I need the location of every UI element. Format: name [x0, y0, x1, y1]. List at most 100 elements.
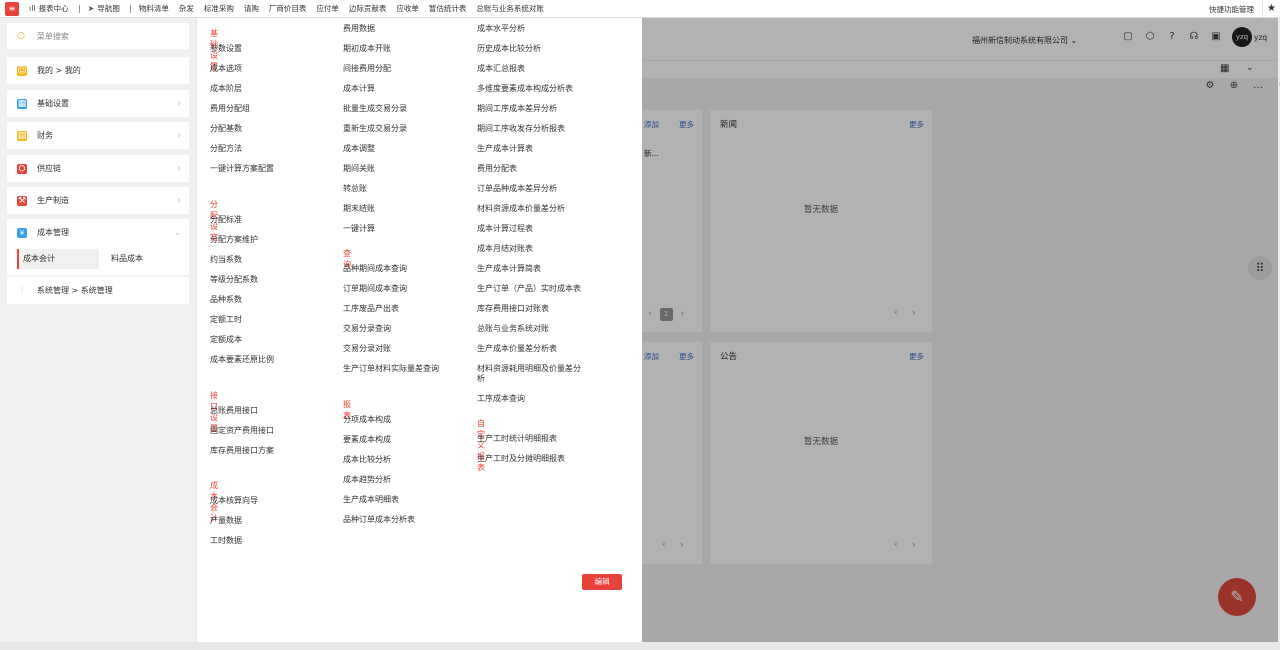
menu-link[interactable]: 历史成本比较分析: [477, 44, 541, 54]
menu-link[interactable]: 成本选项: [210, 64, 242, 74]
search-placeholder: 菜单搜索: [36, 31, 69, 41]
top-nav-item[interactable]: 标准采购: [204, 3, 234, 14]
menu-link[interactable]: 生产成本明细表: [343, 495, 399, 505]
quick-function-manage-link[interactable]: 快捷功能管理: [1209, 4, 1254, 15]
menu-search-input[interactable]: ○ 菜单搜索: [7, 23, 189, 49]
menu-link[interactable]: 品种期间成本查询: [343, 264, 407, 274]
menu-link[interactable]: 生产成本计算简表: [477, 264, 541, 274]
menu-link-wrap[interactable]: 析: [477, 374, 485, 384]
menu-link[interactable]: 生产工时统计明细报表: [477, 434, 557, 444]
menu-link[interactable]: 总账费用接口: [210, 406, 258, 416]
menu-link[interactable]: 成本水平分析: [477, 24, 525, 34]
menu-link[interactable]: 费用分配组: [210, 104, 250, 114]
menu-link[interactable]: 交易分录对账: [343, 344, 391, 354]
menu-link[interactable]: 间接费用分配: [343, 64, 391, 74]
send-icon: ➤: [87, 4, 95, 13]
menu-link[interactable]: 订单期间成本查询: [343, 284, 407, 294]
modal-overlay[interactable]: [642, 18, 1278, 642]
menu-link[interactable]: 期间关账: [343, 164, 375, 174]
menu-toggle-button[interactable]: ≡: [5, 1, 19, 16]
menu-link[interactable]: 转总账: [343, 184, 367, 194]
menu-link[interactable]: 参数设置: [210, 44, 242, 54]
top-nav-item-navigation-map[interactable]: ➤ 导航图: [88, 3, 120, 14]
sidebar-item-finance[interactable]: ▤ 财务 ›: [7, 122, 189, 149]
menu-link[interactable]: 费用分配表: [477, 164, 517, 174]
menu-link[interactable]: 成本调整: [343, 144, 375, 154]
menu-link[interactable]: 约当系数: [210, 255, 242, 265]
menu-link[interactable]: 工序成本查询: [477, 394, 525, 404]
sidebar-item-my[interactable]: ☺ 我的 > 我的: [7, 57, 189, 84]
menu-link[interactable]: 分配方法: [210, 144, 242, 154]
menu-link[interactable]: 工序废品产出表: [343, 304, 399, 314]
top-nav-item[interactable]: 边际贡献表: [349, 3, 387, 14]
menu-link[interactable]: 库存费用接口方案: [210, 446, 274, 456]
menu-link[interactable]: 工时数据: [210, 536, 242, 546]
menu-link[interactable]: 一键计算: [343, 224, 375, 234]
menu-link[interactable]: 成本计算过程表: [477, 224, 533, 234]
menu-link[interactable]: 生产工时及分摊明细报表: [477, 454, 565, 464]
sidebar-item-label: 基础设置: [37, 99, 69, 108]
document-icon: ▤: [17, 130, 27, 141]
cost-management-header[interactable]: ¥ 成本管理 ⌄: [7, 219, 189, 246]
menu-link[interactable]: 成本月结对账表: [477, 244, 533, 254]
menu-link[interactable]: 期间工序成本差异分析: [477, 104, 557, 114]
sidebar-item-label: 财务: [37, 131, 53, 140]
menu-link[interactable]: 费用数据: [343, 24, 375, 34]
menu-link[interactable]: 期初成本开账: [343, 44, 391, 54]
menu-link[interactable]: 定额成本: [210, 335, 242, 345]
menu-link[interactable]: 总账与业务系统对账: [477, 324, 549, 334]
menu-link[interactable]: 订单品种成本差异分析: [477, 184, 557, 194]
menu-link[interactable]: 产量数据: [210, 516, 242, 526]
menu-link[interactable]: 交易分录查询: [343, 324, 391, 334]
menu-link[interactable]: 分配标准: [210, 215, 242, 225]
sidebar-item-system-management[interactable]: ⫶ 系统管理 > 系统管理: [7, 277, 189, 304]
menu-link[interactable]: 成本计算: [343, 84, 375, 94]
top-nav-item[interactable]: 应付单: [316, 3, 339, 14]
menu-link[interactable]: 分项成本构成: [343, 415, 391, 425]
menu-link[interactable]: 分配基数: [210, 124, 242, 134]
top-nav-item[interactable]: 应收单: [396, 3, 419, 14]
sidebar-item-basic-settings[interactable]: ▦ 基础设置 ›: [7, 90, 189, 117]
menu-link[interactable]: 定额工时: [210, 315, 242, 325]
grid-icon: ▦: [17, 98, 27, 109]
submodule-item-cost[interactable]: 料品成本: [111, 249, 143, 269]
menu-link[interactable]: 成本汇总报表: [477, 64, 525, 74]
menu-link[interactable]: 成本要素还原比例: [210, 355, 274, 365]
top-nav-item[interactable]: 厂商价目表: [269, 3, 307, 14]
top-nav-item[interactable]: 物料清单: [139, 3, 169, 14]
top-nav-item[interactable]: 杂发: [179, 3, 194, 14]
menu-link[interactable]: 重新生成交易分录: [343, 124, 407, 134]
menu-link[interactable]: 生产订单材料实际量差查询: [343, 364, 439, 374]
menu-link[interactable]: 生产订单（产品）实时成本表: [477, 284, 581, 294]
menu-link[interactable]: 固定资产费用接口: [210, 426, 274, 436]
submodule-cost-accounting[interactable]: 成本会计: [17, 249, 99, 269]
menu-link[interactable]: 品种系数: [210, 295, 242, 305]
menu-link[interactable]: 成本核算向导: [210, 496, 258, 506]
menu-link[interactable]: 库存费用接口对账表: [477, 304, 549, 314]
menu-link[interactable]: 期末结账: [343, 204, 375, 214]
menu-link[interactable]: 成本阶层: [210, 84, 242, 94]
edit-button[interactable]: 编辑: [582, 574, 622, 590]
menu-link[interactable]: 分配方案维护: [210, 235, 258, 245]
top-nav-item[interactable]: 请购: [244, 3, 259, 14]
menu-link[interactable]: 材料资源耗用明细及价量差分: [477, 364, 581, 374]
star-icon[interactable]: ★: [1262, 0, 1280, 18]
menu-link[interactable]: 生产成本计算表: [477, 144, 533, 154]
menu-link[interactable]: 期间工序收发存分析报表: [477, 124, 565, 134]
menu-link[interactable]: 要素成本构成: [343, 435, 391, 445]
menu-link[interactable]: 批量生成交易分录: [343, 104, 407, 114]
menu-link[interactable]: 材料资源成本价量差分析: [477, 204, 565, 214]
menu-link[interactable]: 品种订单成本分析表: [343, 515, 415, 525]
menu-link[interactable]: 成本比较分析: [343, 455, 391, 465]
menu-link[interactable]: 成本趋势分析: [343, 475, 391, 485]
sidebar-item-manufacturing[interactable]: ⚒ 生产制造 ›: [7, 187, 189, 214]
bottom-scrollbar[interactable]: [0, 642, 1280, 650]
menu-link[interactable]: 等级分配系数: [210, 275, 258, 285]
menu-link[interactable]: 生产成本价量差分析表: [477, 344, 557, 354]
menu-link[interactable]: 多维度要素成本构成分析表: [477, 84, 573, 94]
top-nav-item-report-center[interactable]: ıll 报表中心: [29, 3, 69, 14]
menu-link[interactable]: 一键计算方案配置: [210, 164, 274, 174]
top-nav-item[interactable]: 暂估统计表: [429, 3, 467, 14]
sidebar-item-supply-chain[interactable]: ⛭ 供应链 ›: [7, 155, 189, 182]
top-nav-item[interactable]: 总账与业务系统对账: [476, 3, 544, 14]
